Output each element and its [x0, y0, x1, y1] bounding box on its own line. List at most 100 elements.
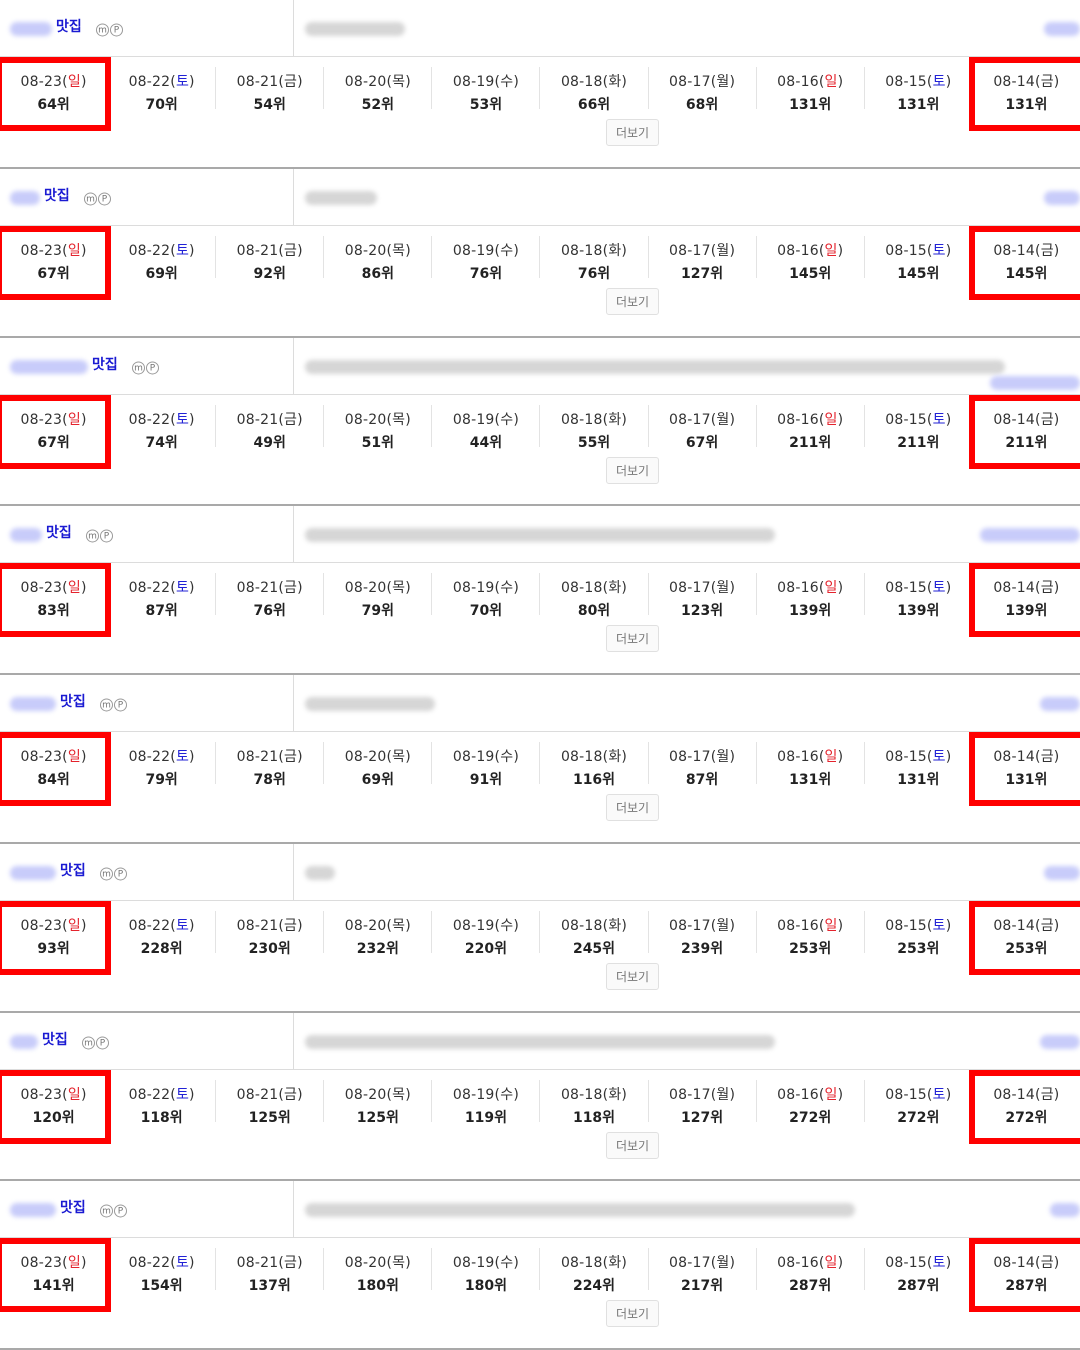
date-text: 08-20: [344, 580, 387, 596]
keyword-label[interactable]: 맛집: [92, 354, 118, 374]
rank-value: 68위: [685, 97, 719, 113]
more-button[interactable]: 더보기: [605, 457, 660, 484]
mobile-badge-icon: m: [132, 361, 145, 375]
date-rank-cell: 08-17(월) 127위: [649, 236, 757, 282]
date-text: 08-19: [452, 1255, 495, 1271]
date-text: 08-21: [236, 412, 279, 428]
redacted-link: [990, 376, 1080, 390]
more-button[interactable]: 더보기: [605, 794, 660, 821]
keyword-label[interactable]: 맛집: [46, 522, 72, 542]
rank-value: 55위: [577, 435, 611, 451]
weekday-text: 수: [500, 1087, 514, 1103]
keyword-label[interactable]: 맛집: [44, 185, 70, 205]
rank-value: 220위: [464, 941, 507, 957]
weekday-text: 수: [500, 1255, 514, 1271]
date-rank-cell: 08-21(금) 54위: [216, 67, 325, 113]
keyword-cell: 맛집 m P: [0, 0, 294, 56]
date-rank-cell: 08-14(금) 131위: [968, 732, 1080, 806]
rank-value: 83위: [37, 603, 70, 619]
pc-badge-icon: P: [100, 529, 113, 543]
rank-value: 127위: [681, 266, 724, 282]
date-label: 08-18(화): [560, 1255, 628, 1271]
weekday-text: 목: [392, 74, 406, 90]
more-button[interactable]: 더보기: [605, 963, 660, 990]
rank-value: 180위: [356, 1278, 399, 1294]
date-rank-cell: 08-22(토) 69위: [108, 236, 217, 282]
date-text: 08-19: [452, 918, 495, 934]
rank-value: 70위: [469, 603, 503, 619]
date-rank-cell: 08-14(금) 131위: [968, 57, 1080, 131]
more-button[interactable]: 더보기: [605, 1300, 660, 1327]
keyword-label[interactable]: 맛집: [60, 1197, 86, 1217]
rank-value: 139위: [1005, 603, 1048, 619]
url-redacted: [305, 1035, 775, 1049]
weekday-text: 일: [824, 580, 838, 596]
date-rank-cell: 08-23(일) 67위: [0, 226, 112, 300]
rank-value: 224위: [572, 1278, 616, 1294]
redacted-link: [1044, 866, 1080, 880]
keyword-label[interactable]: 맛집: [42, 1029, 68, 1049]
rank-value: 67위: [37, 266, 70, 282]
date-label: 08-17(월): [669, 74, 736, 90]
weekday-text: 목: [392, 1087, 406, 1103]
rank-block: 맛집 m P 08-23(일) 64위 08-22(토) 70위 08-21(금) 54위 08-…: [0, 0, 1080, 169]
date-label: 08-15(토): [885, 1087, 952, 1103]
weekday-text: 목: [392, 1255, 406, 1271]
rank-value: 70위: [145, 97, 178, 113]
rank-value: 84위: [37, 772, 70, 788]
rank-value: 125위: [356, 1110, 399, 1126]
device-badges: mP: [100, 698, 127, 712]
date-rank-cell: 08-20(목) 52위: [324, 67, 433, 113]
date-label: 08-17(월): [669, 412, 736, 428]
weekday-text: 일: [67, 1255, 81, 1271]
date-label: 08-15(토): [885, 74, 952, 90]
date-text: 08-14: [993, 1087, 1036, 1103]
more-button[interactable]: 더보기: [605, 288, 660, 315]
date-label: 08-20(목): [344, 1255, 411, 1271]
mobile-badge-icon: m: [96, 23, 109, 37]
date-label: 08-16(일): [777, 243, 844, 259]
date-rank-cell: 08-16(일) 272위: [757, 1080, 865, 1126]
rank-value: 118위: [572, 1110, 616, 1126]
redacted-link: [1044, 22, 1080, 36]
date-text: 08-17: [669, 412, 711, 428]
date-label: 08-18(화): [560, 74, 628, 90]
keyword-label[interactable]: 맛집: [60, 860, 86, 880]
date-text: 08-18: [560, 412, 603, 428]
more-button[interactable]: 더보기: [605, 1132, 660, 1159]
date-text: 08-19: [452, 749, 495, 765]
keyword-label[interactable]: 맛집: [60, 691, 86, 711]
rank-value: 80위: [577, 603, 611, 619]
rank-value: 86위: [361, 266, 395, 282]
pc-badge-icon: P: [110, 23, 123, 37]
rank-block: 맛집 m P 08-23(일) 141위 08-22(토) 154위 08-21(금) 137위…: [0, 1181, 1080, 1350]
weekday-text: 금: [284, 749, 298, 765]
date-label: 08-21(금): [236, 412, 303, 428]
date-label: 08-14(금): [993, 243, 1060, 259]
date-rank-cell: 08-23(일) 93위: [0, 901, 112, 975]
date-text: 08-14: [993, 918, 1036, 934]
rank-value: 78위: [253, 772, 286, 788]
more-button[interactable]: 더보기: [605, 119, 660, 146]
weekday-text: 토: [175, 412, 190, 428]
rank-value: 131위: [1005, 772, 1048, 788]
more-button[interactable]: 더보기: [605, 625, 660, 652]
date-rank-cell: 08-15(토) 145위: [865, 236, 973, 282]
date-label: 08-18(화): [560, 412, 628, 428]
weekday-text: 토: [932, 74, 946, 90]
rank-block-header: 맛집 m P: [0, 1013, 1080, 1070]
rank-value: 123위: [681, 603, 724, 619]
mobile-badge-icon: m: [86, 529, 99, 543]
weekday-text: 일: [67, 918, 81, 934]
date-text: 08-14: [993, 412, 1036, 428]
date-rank-cell: 08-18(화) 66위: [540, 67, 649, 113]
date-label: 08-19(수): [452, 74, 519, 90]
keyword-redacted: [10, 191, 40, 205]
date-label: 08-20(목): [344, 749, 411, 765]
keyword-label[interactable]: 맛집: [56, 16, 82, 36]
device-badges: mP: [132, 361, 159, 375]
rank-value: 125위: [248, 1110, 291, 1126]
date-rank-cell: 08-17(월) 123위: [649, 573, 757, 619]
rank-value: 131위: [1005, 97, 1048, 113]
date-label: 08-18(화): [560, 243, 628, 259]
